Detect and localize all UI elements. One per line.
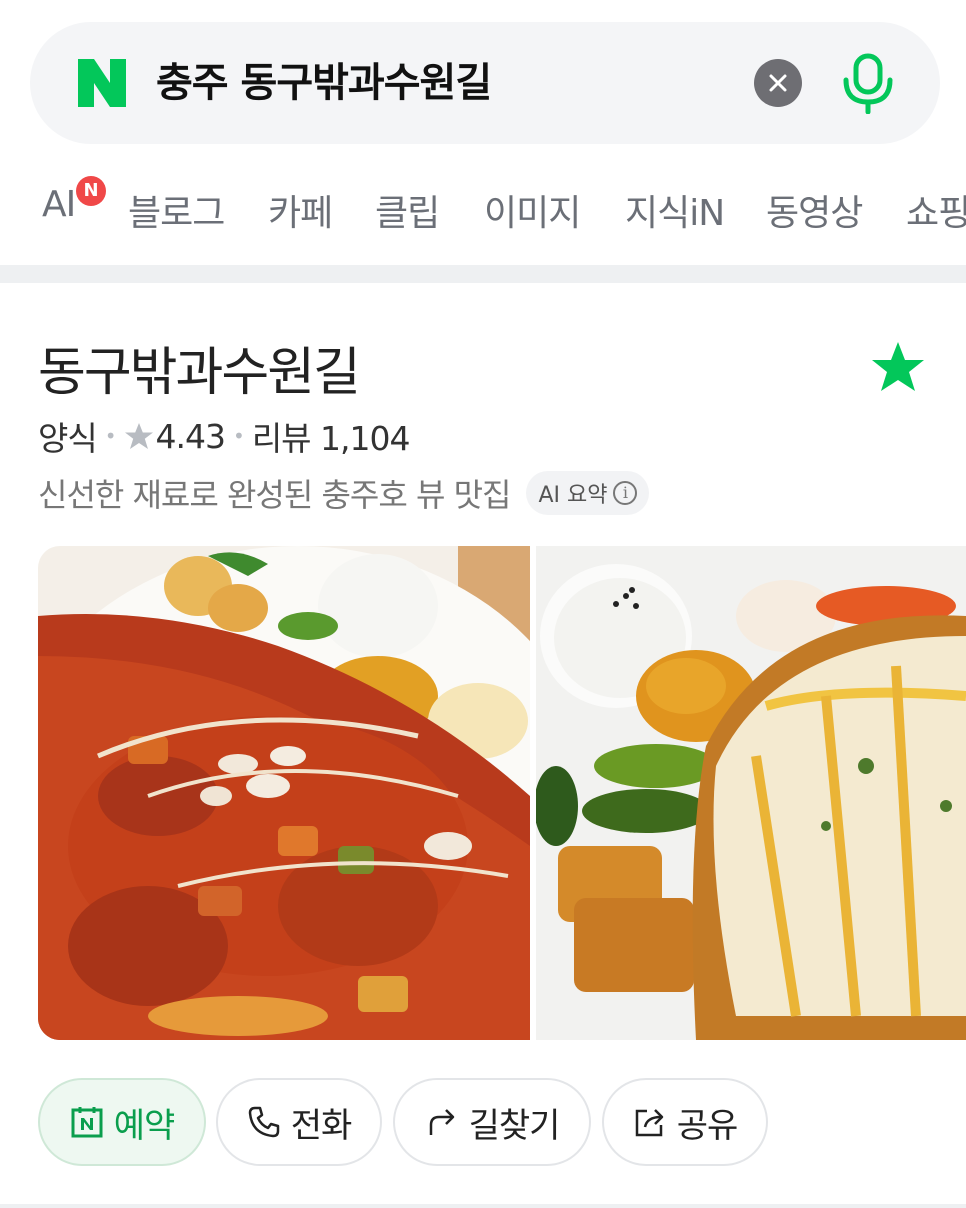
reserve-label: 예약 [113, 1105, 176, 1146]
place-category: 양식 [38, 419, 98, 458]
place-title[interactable]: 동구밖과수원길 [38, 330, 361, 405]
separator-dot: • [233, 424, 245, 448]
info-icon: i [613, 481, 638, 505]
favorite-star-icon[interactable] [870, 340, 926, 394]
ai-summary-label: AI 요약 [538, 483, 608, 508]
call-label: 전화 [290, 1105, 353, 1146]
rating-value: 4.43 [155, 416, 226, 456]
directions-label: 길찾기 [468, 1105, 561, 1146]
tab-ai[interactable]: AI [42, 184, 76, 225]
tab-shopping[interactable]: 쇼핑 [906, 184, 966, 236]
tab-label: AI [42, 184, 76, 225]
tab-image[interactable]: 이미지 [484, 184, 581, 236]
phone-icon [248, 1106, 279, 1138]
naver-booking-icon [71, 1107, 103, 1138]
tab-video[interactable]: 동영상 [766, 184, 863, 236]
tab-cafe[interactable]: 카페 [268, 184, 333, 236]
section-divider [0, 265, 966, 283]
place-meta: 양식 • 4.43 • 리뷰 1,104 [38, 412, 411, 460]
directions-button[interactable]: 길찾기 [393, 1078, 591, 1166]
call-button[interactable]: 전화 [216, 1078, 382, 1166]
new-badge: N [76, 176, 106, 206]
place-description-row: 신선한 재료로 완성된 충주호 뷰 맛집 AI 요약 i [38, 470, 650, 516]
place-photo-2[interactable] [536, 546, 966, 1040]
naver-logo-icon[interactable] [74, 55, 130, 111]
bottom-divider [0, 1204, 966, 1208]
reserve-button[interactable]: 예약 [38, 1078, 206, 1166]
tab-blog[interactable]: 블로그 [128, 184, 225, 236]
microphone-icon[interactable] [838, 52, 898, 114]
place-description: 신선한 재료로 완성된 충주호 뷰 맛집 [38, 476, 511, 514]
share-icon [635, 1109, 663, 1137]
ai-summary-badge[interactable]: AI 요약 i [526, 471, 650, 515]
separator-dot: • [104, 424, 117, 448]
search-input[interactable]: 충주 동구밖과수원길 [156, 22, 492, 144]
clear-search-button[interactable] [754, 59, 802, 107]
search-bar[interactable]: 충주 동구밖과수원길 [30, 22, 940, 144]
close-icon [769, 74, 787, 92]
directions-icon [429, 1109, 454, 1135]
rating-star-icon [124, 423, 153, 449]
place-photo-1[interactable] [38, 546, 530, 1040]
share-label: 공유 [676, 1105, 739, 1146]
tab-clip[interactable]: 클립 [375, 184, 440, 236]
review-count[interactable]: 리뷰 1,104 [252, 412, 411, 460]
tab-kin[interactable]: 지식iN [625, 184, 725, 236]
search-tabs: AI N 블로그 카페 클립 이미지 지식iN 동영상 쇼핑 [0, 166, 966, 252]
share-button[interactable]: 공유 [602, 1078, 768, 1166]
